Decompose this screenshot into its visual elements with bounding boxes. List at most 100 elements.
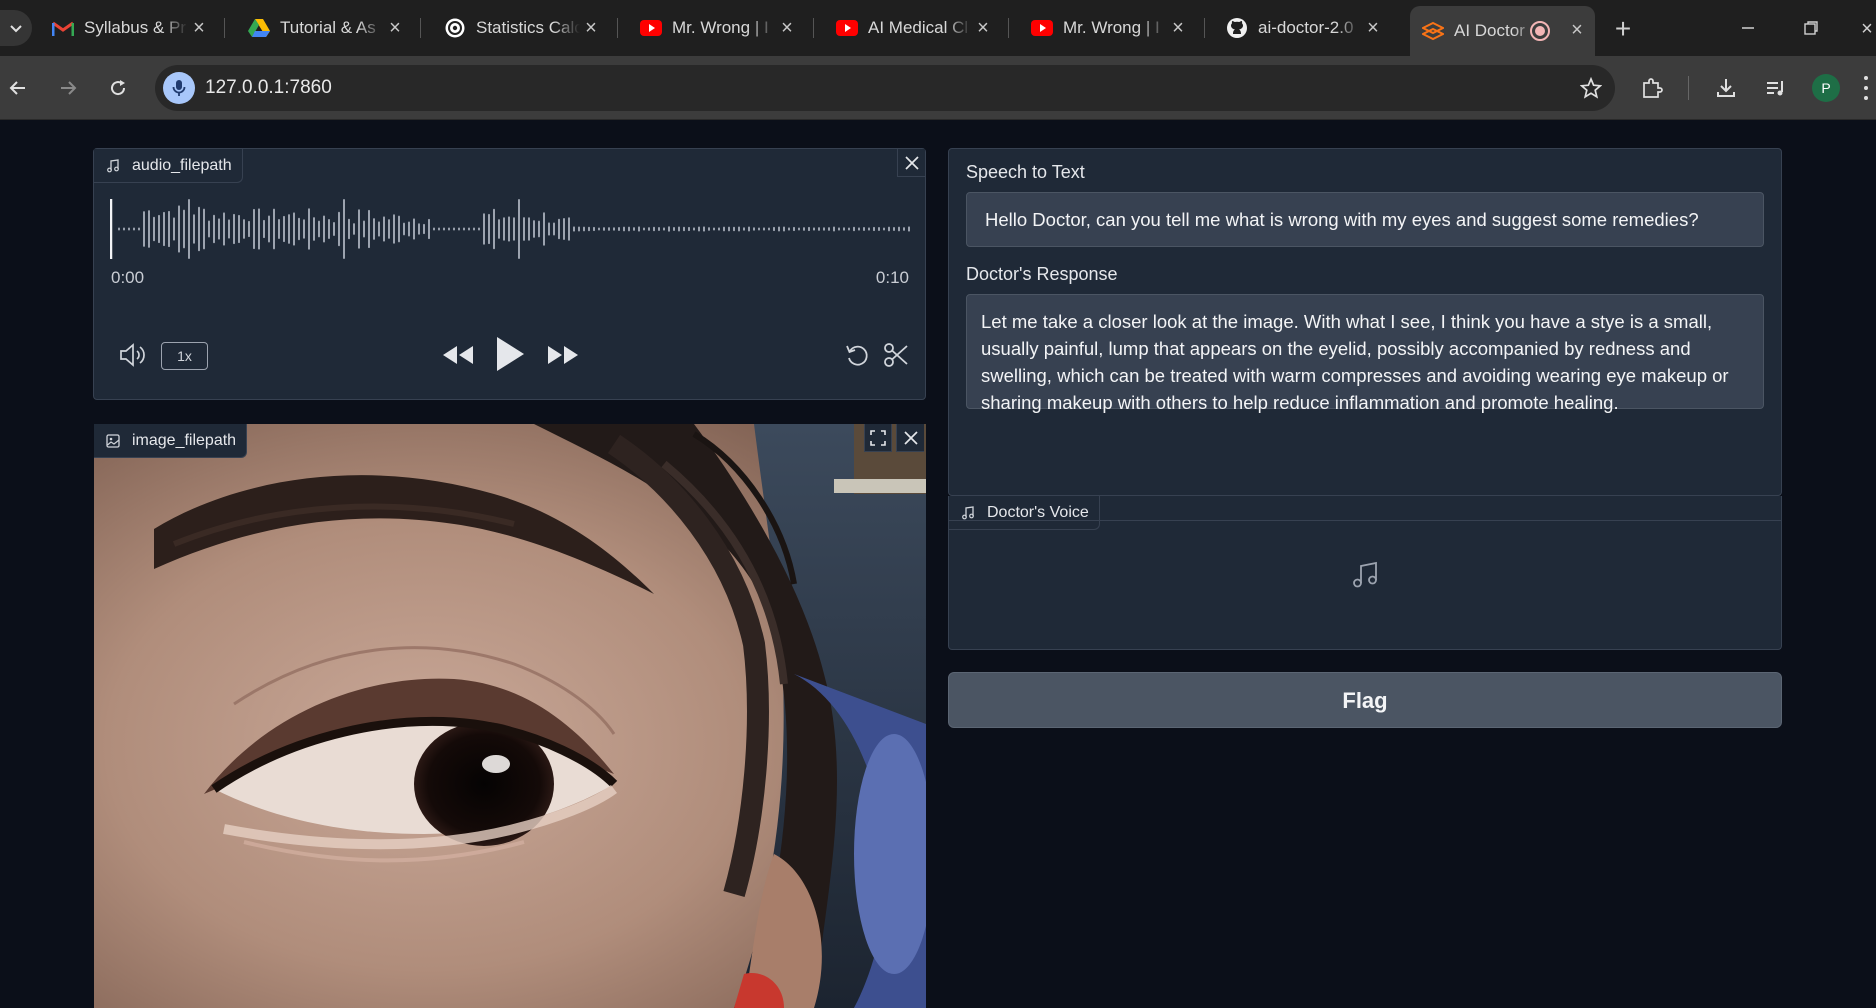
forward-button[interactable] — [52, 72, 84, 104]
tab-divider — [617, 18, 618, 38]
profile-avatar[interactable]: P — [1812, 74, 1840, 102]
duration: 0:10 — [875, 268, 909, 287]
tab-divider — [1204, 18, 1205, 38]
waveform-bar — [138, 227, 140, 231]
waveform-bar — [558, 218, 560, 240]
waveform-bar — [323, 215, 325, 243]
waveform-bar — [223, 212, 225, 246]
menu-button[interactable] — [1864, 76, 1870, 100]
waveform-bar — [358, 209, 360, 249]
close-icon[interactable]: × — [1567, 20, 1587, 40]
waveform-bar — [468, 227, 470, 231]
waveform-bar — [838, 227, 840, 231]
waveform-bar — [353, 223, 355, 235]
waveform-bar — [303, 219, 305, 239]
waveform-bar — [238, 214, 240, 244]
skip-forward-button[interactable] — [546, 343, 580, 367]
waveform-bar — [413, 218, 415, 240]
arrow-right-icon — [61, 81, 77, 95]
browser-tab[interactable]: ai-doctor-2.0 × — [1226, 8, 1391, 48]
browser-tab-strip: Syllabus & Pr × Tutorial & As × Statisti… — [0, 0, 1876, 56]
waveform-bar — [393, 214, 395, 244]
rewind-icon — [443, 346, 473, 364]
waveform-bar — [743, 227, 745, 231]
waveform-bar — [683, 226, 685, 232]
fullscreen-button[interactable] — [864, 424, 892, 452]
waveform-bar — [203, 208, 205, 250]
bookmark-button[interactable] — [1577, 74, 1605, 102]
close-icon[interactable]: × — [581, 18, 601, 38]
browser-tab[interactable]: AI Medical Cl × — [836, 8, 1001, 48]
waveform-bar — [158, 214, 160, 244]
close-icon[interactable]: × — [385, 18, 405, 38]
back-button[interactable] — [2, 72, 34, 104]
close-window-button[interactable]: × — [1858, 14, 1876, 44]
waveform-bar — [263, 219, 265, 239]
new-tab-button[interactable]: + — [1608, 14, 1638, 44]
waveform-bar — [213, 214, 215, 244]
waveform-bar — [653, 226, 655, 232]
chevron-down-icon — [10, 25, 22, 33]
waveform-bar — [228, 219, 230, 239]
address-bar[interactable]: 127.0.0.1:7860 — [155, 65, 1615, 111]
browser-tab[interactable]: Mr. Wrong | I × — [640, 8, 805, 48]
speech-to-text-output[interactable]: Hello Doctor, can you tell me what is wr… — [966, 192, 1764, 247]
waveform-bar — [428, 218, 430, 240]
close-icon[interactable]: × — [189, 18, 209, 38]
scissors-icon — [884, 343, 908, 367]
browser-tab-active[interactable]: AI Doctor × — [1410, 6, 1595, 56]
waveform-bar — [748, 226, 750, 232]
downloads-button[interactable] — [1710, 72, 1742, 104]
github-icon — [1226, 17, 1248, 39]
microphone-icon — [172, 80, 186, 96]
waveform-bar — [793, 226, 795, 232]
waveform-bar — [433, 227, 435, 231]
restore-icon — [1804, 21, 1818, 35]
doctor-response-output[interactable]: Let me take a closer look at the image. … — [966, 294, 1764, 413]
close-icon[interactable]: × — [777, 18, 797, 38]
music-note-icon — [962, 505, 974, 519]
play-button[interactable] — [494, 334, 526, 374]
reload-button[interactable] — [102, 72, 134, 104]
extensions-button[interactable] — [1636, 72, 1668, 104]
waveform-bar — [788, 227, 790, 231]
waveform-bar — [328, 219, 330, 239]
volume-button[interactable] — [119, 342, 149, 368]
flag-button[interactable]: Flag — [948, 672, 1782, 728]
clear-audio-button[interactable] — [897, 149, 925, 177]
close-icon[interactable]: × — [1168, 18, 1188, 38]
clear-image-button[interactable] — [896, 424, 924, 452]
browser-tab[interactable]: Tutorial & As × — [248, 8, 413, 48]
audio-waveform[interactable] — [110, 189, 910, 269]
close-icon[interactable]: × — [1363, 18, 1383, 38]
reset-audio-button[interactable] — [843, 341, 871, 369]
waveform-bar — [123, 227, 125, 231]
browser-tab[interactable]: Statistics Calc × — [444, 8, 609, 48]
close-icon[interactable]: × — [973, 18, 993, 38]
waveform-bar — [843, 227, 845, 231]
waveform-bar — [388, 219, 390, 239]
waveform-bar — [378, 221, 380, 237]
tab-search-button[interactable] — [0, 10, 32, 46]
trim-audio-button[interactable] — [882, 341, 910, 369]
media-controls-button[interactable] — [1760, 72, 1792, 104]
minimize-button[interactable] — [1733, 14, 1763, 44]
waveform-bar — [548, 222, 550, 236]
waveform-bar — [898, 226, 900, 232]
playback-rate-button[interactable]: 1x — [161, 342, 208, 370]
tab-divider — [813, 18, 814, 38]
output-text-block: Speech to Text Hello Doctor, can you tel… — [948, 148, 1782, 496]
waveform-bar — [503, 217, 505, 241]
waveform-bar — [628, 226, 630, 232]
waveform-bar — [813, 227, 815, 231]
waveform-bar — [318, 220, 320, 238]
browser-tab[interactable]: Mr. Wrong | I × — [1031, 8, 1196, 48]
waveform-bar — [848, 227, 850, 231]
microphone-button[interactable] — [163, 72, 195, 104]
skip-backward-button[interactable] — [441, 343, 475, 367]
waveform-bar — [313, 217, 315, 241]
restore-button[interactable] — [1796, 14, 1826, 44]
tab-title: AI Medical Cl — [868, 18, 969, 37]
browser-tab[interactable]: Syllabus & Pr × — [52, 8, 217, 48]
waveform-bar — [293, 212, 295, 246]
